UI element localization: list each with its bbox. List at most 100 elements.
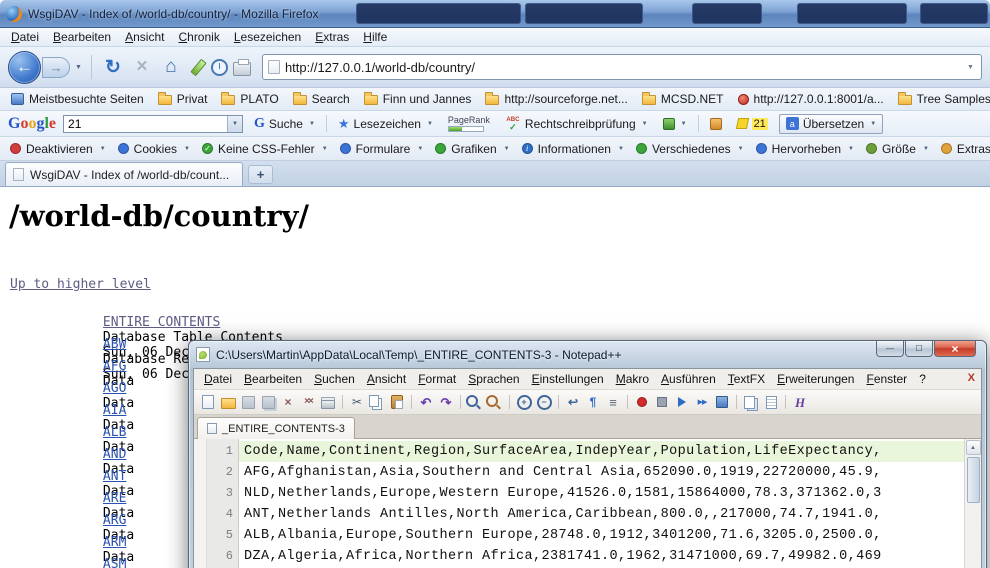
menu-item[interactable]: Format xyxy=(412,371,462,387)
scrollbar-thumb[interactable] xyxy=(967,457,980,503)
entry-link[interactable]: ENTIRE CONTENTS xyxy=(103,315,220,330)
scroll-up-icon[interactable] xyxy=(966,440,981,455)
print-icon[interactable] xyxy=(319,394,337,411)
doc-map-icon[interactable] xyxy=(762,394,780,411)
menu-item[interactable]: TextFX xyxy=(722,371,771,387)
redo-icon[interactable] xyxy=(437,394,455,411)
close-button[interactable] xyxy=(934,341,976,357)
webdev-menu-button[interactable]: Keine CSS-Fehler xyxy=(196,140,334,158)
webdev-menu-button[interactable]: Grafiken xyxy=(429,140,515,158)
url-dropdown-icon[interactable] xyxy=(963,64,978,71)
bookmark-item[interactable]: Finn und Jannes xyxy=(357,90,479,108)
bookmark-item[interactable]: MCSD.NET xyxy=(635,90,731,108)
search-history-dropdown-icon[interactable] xyxy=(227,116,242,132)
line-text[interactable]: AFG,Afghanistan,Asia,Southern and Centra… xyxy=(239,462,964,483)
entry-link[interactable]: ARG xyxy=(103,513,126,528)
close-icon[interactable] xyxy=(279,394,297,411)
line-text[interactable]: NLD,Netherlands,Europe,Western Europe,41… xyxy=(239,483,964,504)
sendto-button[interactable] xyxy=(659,116,691,132)
line-text[interactable]: Code,Name,Continent,Region,SurfaceArea,I… xyxy=(239,441,964,462)
history-dropdown-icon[interactable] xyxy=(75,64,82,71)
toolbar-separator[interactable] xyxy=(408,394,415,411)
menu-item[interactable]: Erweiterungen xyxy=(771,371,860,387)
toolbar-separator[interactable] xyxy=(339,394,346,411)
webdev-menu-button[interactable]: Informationen xyxy=(516,140,630,158)
menu-item[interactable]: Extras xyxy=(308,29,356,45)
bookmark-margin[interactable] xyxy=(194,439,207,568)
google-search-button[interactable]: Suche xyxy=(250,114,319,134)
menu-item[interactable]: Ansicht xyxy=(118,29,171,45)
copy-icon[interactable] xyxy=(368,394,386,411)
bookmark-item[interactable]: Search xyxy=(286,90,357,108)
toolbar-separator[interactable] xyxy=(457,394,464,411)
bookmark-item[interactable]: Privat xyxy=(151,90,215,108)
find-icon[interactable] xyxy=(466,394,484,411)
bookmark-item[interactable]: Tree Samples xyxy=(891,90,990,108)
line-text[interactable]: ALB,Albania,Europe,Southern Europe,28748… xyxy=(239,525,964,546)
print-icon[interactable] xyxy=(233,62,251,76)
new-file-icon[interactable] xyxy=(199,394,217,411)
menu-item[interactable]: Einstellungen xyxy=(526,371,610,387)
highlighter-button[interactable]: 21 xyxy=(733,116,772,132)
close-document-icon[interactable] xyxy=(968,372,975,384)
editor-text-area[interactable]: 1 Code,Name,Continent,Region,SurfaceArea… xyxy=(207,439,964,568)
menu-item[interactable]: ? xyxy=(913,371,932,387)
google-logo[interactable]: Google xyxy=(8,115,56,133)
home-button[interactable] xyxy=(159,55,183,79)
word-wrap-icon[interactable] xyxy=(564,394,582,411)
entry-link[interactable]: AFG xyxy=(103,359,126,374)
toolbar-separator[interactable] xyxy=(555,394,562,411)
close-all-icon[interactable] xyxy=(299,394,317,411)
bookmark-item[interactable]: Meistbesuchte Seiten xyxy=(4,90,151,108)
line-text[interactable]: DZA,Algeria,Africa,Northern Africa,23817… xyxy=(239,546,964,567)
menu-item[interactable]: Ansicht xyxy=(361,371,412,387)
open-folder-icon[interactable] xyxy=(219,394,237,411)
stop-button[interactable] xyxy=(130,55,154,79)
webdev-menu-button[interactable]: Verschiedenes xyxy=(630,140,750,158)
webdev-menu-button[interactable]: Formulare xyxy=(334,140,430,158)
entry-link[interactable]: ARE xyxy=(103,491,126,506)
play-macro-icon[interactable] xyxy=(673,394,691,411)
translate-button[interactable]: Übersetzen xyxy=(779,114,883,134)
stop-macro-icon[interactable] xyxy=(653,394,671,411)
menu-item[interactable]: Chronik xyxy=(171,29,226,45)
multi-play-icon[interactable] xyxy=(693,394,711,411)
menu-item[interactable]: Lesezeichen xyxy=(227,29,308,45)
editor-scrollbar[interactable] xyxy=(964,439,981,568)
menu-item[interactable]: Datei xyxy=(198,371,238,387)
entry-link[interactable]: ANT xyxy=(103,469,126,484)
menu-item[interactable]: Hilfe xyxy=(356,29,394,45)
bookmark-item[interactable]: PLATO xyxy=(214,90,285,108)
up-to-higher-level-link[interactable]: Up to higher level xyxy=(10,277,151,292)
bookmark-item[interactable]: http://sourceforge.net... xyxy=(478,90,634,108)
webdev-menu-button[interactable]: Cookies xyxy=(112,140,196,158)
paste-icon[interactable] xyxy=(388,394,406,411)
firefox-titlebar[interactable]: WsgiDAV - Index of /world-db/country/ - … xyxy=(0,0,990,28)
new-tab-button[interactable] xyxy=(248,165,273,184)
entry-link[interactable]: ASM xyxy=(103,557,126,568)
url-input[interactable] xyxy=(280,60,963,75)
toolbar-separator[interactable] xyxy=(782,394,789,411)
tab-wsgidav[interactable]: WsgiDAV - Index of /world-db/count... xyxy=(5,162,243,186)
reload-button[interactable] xyxy=(101,55,125,79)
cut-icon[interactable] xyxy=(348,394,366,411)
save-all-icon[interactable] xyxy=(259,394,277,411)
find-replace-icon[interactable] xyxy=(486,394,504,411)
maximize-button[interactable] xyxy=(905,341,933,357)
indent-guide-icon[interactable] xyxy=(604,394,622,411)
zoom-out-icon[interactable] xyxy=(535,394,553,411)
zoom-in-icon[interactable] xyxy=(515,394,533,411)
notepadpp-titlebar[interactable]: C:\Users\Martin\AppData\Local\Temp\_ENTI… xyxy=(193,341,982,368)
save-icon[interactable] xyxy=(239,394,257,411)
webdev-menu-button[interactable]: Größe xyxy=(860,140,935,158)
minimize-button[interactable] xyxy=(876,341,904,357)
menu-item[interactable]: Suchen xyxy=(308,371,361,387)
toolbar-separator[interactable] xyxy=(506,394,513,411)
record-macro-icon[interactable] xyxy=(633,394,651,411)
bookmark-item[interactable]: http://127.0.0.1:8001/a... xyxy=(731,90,891,108)
toolbar-separator[interactable] xyxy=(733,394,740,411)
google-search-input[interactable] xyxy=(64,117,227,131)
spellcheck-button[interactable]: Rechtschreibprüfung xyxy=(501,115,652,133)
menu-item[interactable]: Fenster xyxy=(860,371,913,387)
menu-item[interactable]: Sprachen xyxy=(462,371,525,387)
